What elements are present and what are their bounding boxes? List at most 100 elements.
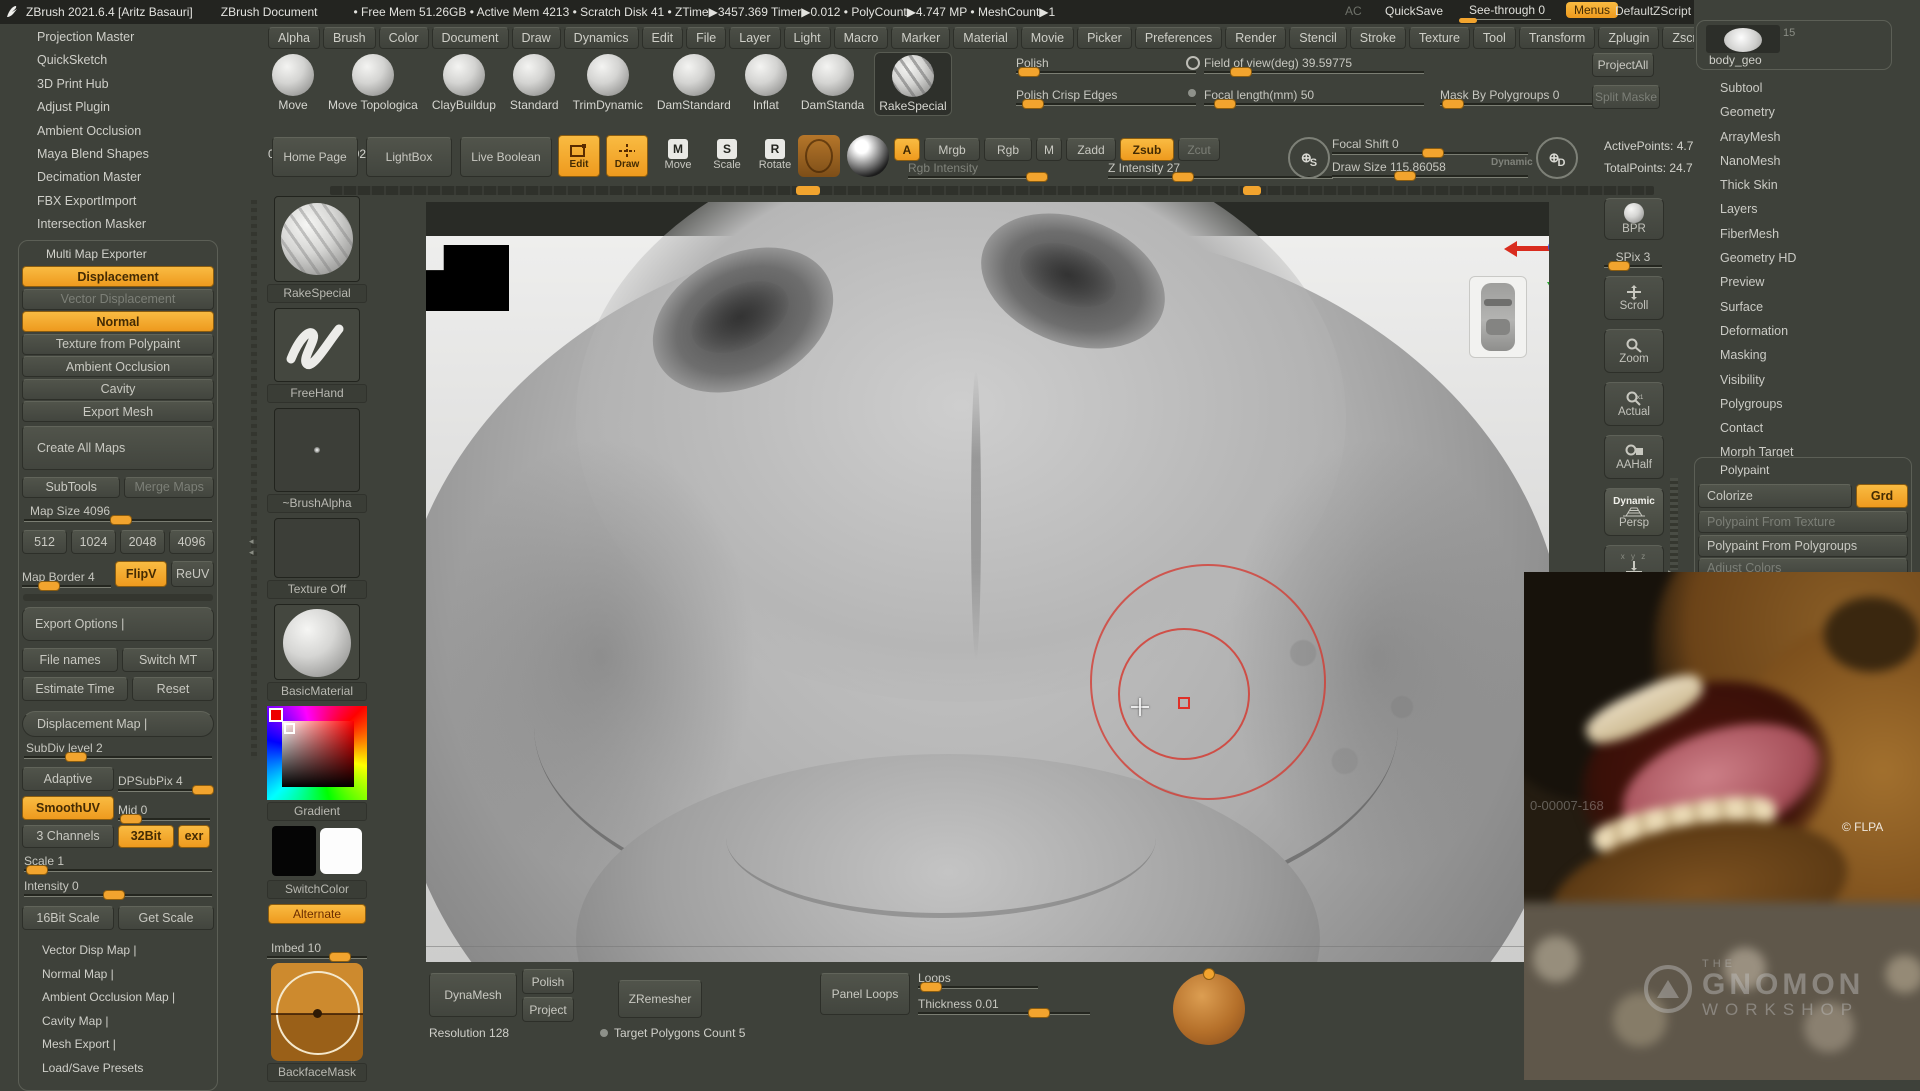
tray-section[interactable]: Visibility [1694, 368, 1920, 392]
current-stroke-thumbnail[interactable] [274, 308, 360, 382]
current-texture-thumbnail[interactable] [274, 518, 360, 578]
brush-item[interactable]: Move Topologica [324, 52, 422, 114]
imbed-handle[interactable] [329, 952, 351, 962]
see-through-handle[interactable] [1459, 18, 1477, 23]
move-mode-button[interactable]: M Move [659, 139, 697, 171]
menu-item[interactable]: Document [432, 27, 509, 49]
rotate-mode-button[interactable]: R Rotate [754, 139, 796, 171]
menus-button[interactable]: Menus [1566, 2, 1618, 18]
gizmo-y-arrowhead-icon[interactable] [1547, 282, 1549, 294]
current-material-thumbnail[interactable] [274, 604, 360, 680]
switch-color-button[interactable]: SwitchColor [267, 880, 367, 899]
polypaint-from-polygroups-button[interactable]: Polypaint From Polygroups [1698, 535, 1908, 557]
create-all-maps-button[interactable]: Create All Maps [22, 426, 214, 470]
spix-handle[interactable] [1608, 261, 1630, 271]
focal-shift-slider[interactable]: Focal Shift 0 [1332, 136, 1532, 155]
backface-mask-thumbnail[interactable] [271, 963, 363, 1061]
mid-slider[interactable]: Mid 0 [118, 802, 210, 821]
tray-section[interactable]: Deformation [1694, 319, 1920, 343]
polish-crisp-handle[interactable] [1022, 99, 1044, 109]
switch-mt-button[interactable]: Switch MT [122, 648, 214, 672]
material-sphere-button[interactable] [847, 135, 889, 177]
brush-item[interactable]: DamStandard [653, 52, 735, 114]
secondary-color-swatch[interactable] [320, 828, 362, 874]
dynamic-mode-label[interactable]: Dynamic [1491, 157, 1533, 168]
brush-item[interactable]: TrimDynamic [569, 52, 647, 114]
menu-item[interactable]: Picker [1077, 27, 1132, 49]
menu-item[interactable]: Draw [512, 27, 561, 49]
current-tool-thumbnail[interactable] [1706, 25, 1780, 53]
map-type-button[interactable]: Cavity [22, 379, 214, 400]
map-type-button[interactable]: Normal [22, 311, 214, 332]
menu-item[interactable]: Preferences [1135, 27, 1222, 49]
tray-section[interactable]: Surface [1694, 295, 1920, 319]
focal-radio-icon[interactable] [1188, 89, 1196, 97]
displacement-map-button[interactable]: Displacement Map | [22, 711, 214, 737]
menu-item[interactable]: Render [1225, 27, 1286, 49]
divider-collapse-icon[interactable]: ◂◂ [249, 536, 254, 558]
scale-slider[interactable]: Scale 1 [24, 853, 212, 872]
mask-by-polygroups-handle[interactable] [1442, 99, 1464, 109]
gizmo-x-axis[interactable] [1516, 246, 1549, 251]
brush-shape-button[interactable] [798, 135, 840, 177]
live-boolean-button[interactable]: Live Boolean [460, 137, 552, 177]
brush-item[interactable]: DamStanda [797, 52, 868, 114]
map-size-handle[interactable] [110, 515, 132, 525]
tool-preview-sphere-handle[interactable] [1203, 968, 1215, 980]
dpsubpix-handle[interactable] [192, 785, 214, 795]
zsub-button[interactable]: Zsub [1120, 138, 1174, 161]
rgb-intensity-slider[interactable]: Rgb Intensity [908, 160, 1058, 179]
see-through-slider[interactable]: See-through 0 [1467, 3, 1551, 20]
menu-item[interactable]: Movie [1021, 27, 1074, 49]
viewport-canvas[interactable] [426, 202, 1549, 962]
menu-item[interactable]: Material [953, 27, 1017, 49]
group-title[interactable]: Multi Map Exporter [22, 244, 214, 265]
zadd-button[interactable]: Zadd [1066, 138, 1116, 161]
m-button[interactable]: M [1036, 138, 1062, 161]
map-section-button[interactable]: Mesh Export | [22, 1033, 214, 1057]
menu-item[interactable]: Brush [323, 27, 376, 49]
adaptive-button[interactable]: Adaptive [22, 767, 114, 791]
bpr-render-button[interactable]: BPR [1604, 198, 1664, 240]
map-border-handle[interactable] [38, 581, 60, 591]
tray-section[interactable]: ArrayMesh [1694, 125, 1920, 149]
mid-handle[interactable] [120, 814, 142, 824]
tray-section[interactable]: Contact [1694, 416, 1920, 440]
focal-length-slider[interactable]: Focal length(mm) 50 [1204, 87, 1424, 106]
map-size-button[interactable]: 1024 [71, 530, 116, 554]
map-size-button[interactable]: 2048 [120, 530, 165, 554]
bit32-button[interactable]: 32Bit [118, 825, 174, 848]
tray-section[interactable]: Layers [1694, 197, 1920, 221]
gradient-label[interactable]: Gradient [267, 802, 367, 821]
mask-by-polygroups-slider[interactable]: Mask By Polygroups 0 [1440, 87, 1610, 106]
menu-item[interactable]: Zplugin [1598, 27, 1659, 49]
resolution-slider[interactable]: Resolution 128 [429, 1026, 509, 1040]
perspective-button[interactable]: Dynamic Persp [1604, 488, 1664, 536]
timeline-handle[interactable] [796, 186, 820, 195]
dpsubpix-slider[interactable]: DPSubPix 4 [118, 773, 210, 792]
field-of-view-slider[interactable]: Field of view(deg) 39.59775 [1204, 55, 1424, 74]
imbed-slider[interactable]: Imbed 10 [267, 940, 367, 959]
rgb-intensity-handle[interactable] [1026, 172, 1048, 182]
default-zscript-button[interactable]: DefaultZScript [1615, 4, 1691, 18]
load-save-presets-button[interactable]: Load/Save Presets [22, 1057, 214, 1081]
target-radio-icon[interactable] [600, 1029, 608, 1037]
rgb-button[interactable]: Rgb [984, 138, 1032, 161]
tray-section[interactable]: Geometry HD [1694, 246, 1920, 270]
zo​om-button[interactable]: Zoom [1604, 329, 1664, 373]
brush-item[interactable]: ClayBuildup [428, 52, 500, 114]
map-type-button[interactable]: Texture from Polypaint [22, 334, 214, 355]
strip-scrollbar[interactable] [1670, 478, 1678, 570]
map-section-button[interactable]: Ambient Occlusion Map | [22, 986, 214, 1010]
map-type-button[interactable]: Export Mesh [22, 401, 214, 422]
home-page-button[interactable]: Home Page [272, 137, 358, 177]
scroll-button[interactable]: Scroll [1604, 276, 1664, 320]
split-mask-button[interactable]: Split Maske [1592, 85, 1660, 109]
dynamic-draw-icon[interactable]: ⊕D [1536, 137, 1578, 179]
scale-mode-button[interactable]: S Scale [708, 139, 746, 171]
tray-section[interactable]: FiberMesh [1694, 222, 1920, 246]
thickness-slider[interactable]: Thickness 0.01 [918, 996, 1090, 1015]
current-tool-box[interactable]: 15 body_geo [1696, 20, 1892, 70]
menu-item[interactable]: Alpha [268, 27, 320, 49]
brush-item[interactable]: RakeSpecial [874, 52, 951, 116]
